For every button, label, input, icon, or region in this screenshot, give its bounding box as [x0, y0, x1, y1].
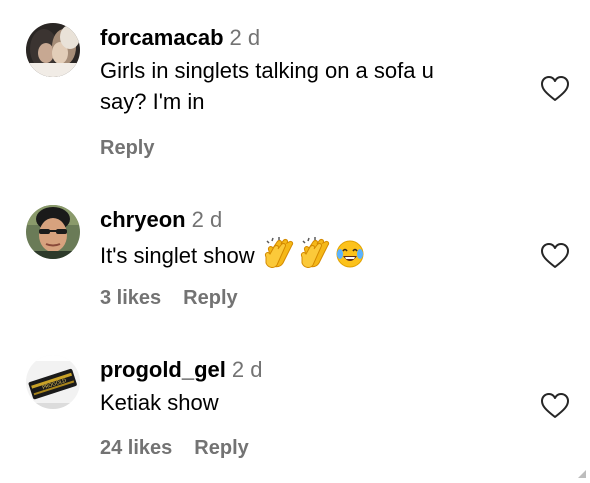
- reply-button[interactable]: Reply: [183, 287, 237, 309]
- like-heart-icon[interactable]: [540, 75, 570, 103]
- man-with-glasses-avatar-icon: [26, 205, 80, 259]
- comment-text: Ketiak show: [100, 387, 520, 418]
- comment-header: progold_gel 2 d: [100, 356, 520, 384]
- comment-header: forcamacab 2 d: [100, 24, 520, 52]
- avatar[interactable]: [26, 23, 80, 77]
- likes-count[interactable]: 24 likes: [100, 437, 172, 459]
- product-box-avatar-icon: PROGOLD: [26, 355, 80, 409]
- comment-header: chryeon 2 d: [100, 206, 520, 234]
- comment-text-line: It's singlet show: [100, 243, 255, 268]
- username[interactable]: chryeon: [100, 207, 186, 232]
- comment-text-line: say? I'm in: [100, 89, 205, 114]
- timestamp: 2 d: [191, 207, 223, 232]
- like-heart-icon[interactable]: [540, 392, 570, 420]
- like-heart-icon[interactable]: [540, 242, 570, 270]
- comment-actions: 3 likes Reply: [100, 287, 260, 310]
- comment-actions: 24 likes Reply: [100, 437, 271, 460]
- comment-text-line: Girls in singlets talking on a sofa u: [100, 58, 434, 83]
- reply-button[interactable]: Reply: [194, 437, 248, 459]
- likes-count[interactable]: 3 likes: [100, 287, 161, 309]
- clapping-hands-emoji-icon: [263, 237, 297, 277]
- comment-actions: Reply: [100, 137, 176, 160]
- clapping-hands-emoji-icon: [299, 237, 333, 277]
- reply-button[interactable]: Reply: [100, 137, 154, 159]
- username[interactable]: progold_gel: [100, 357, 226, 382]
- timestamp: 2 d: [231, 357, 263, 382]
- comment-text: Girls in singlets talking on a sofa u sa…: [100, 55, 520, 117]
- comment-text-line: Ketiak show: [100, 390, 219, 415]
- resize-corner-icon: [578, 470, 586, 478]
- tears-of-joy-emoji-icon: [335, 239, 365, 277]
- username[interactable]: forcamacab: [100, 25, 224, 50]
- avatar[interactable]: PROGOLD: [26, 355, 80, 409]
- avatar[interactable]: [26, 205, 80, 259]
- timestamp: 2 d: [229, 25, 261, 50]
- couple-photo-avatar-icon: [26, 23, 80, 77]
- comment-text: It's singlet show: [100, 237, 520, 277]
